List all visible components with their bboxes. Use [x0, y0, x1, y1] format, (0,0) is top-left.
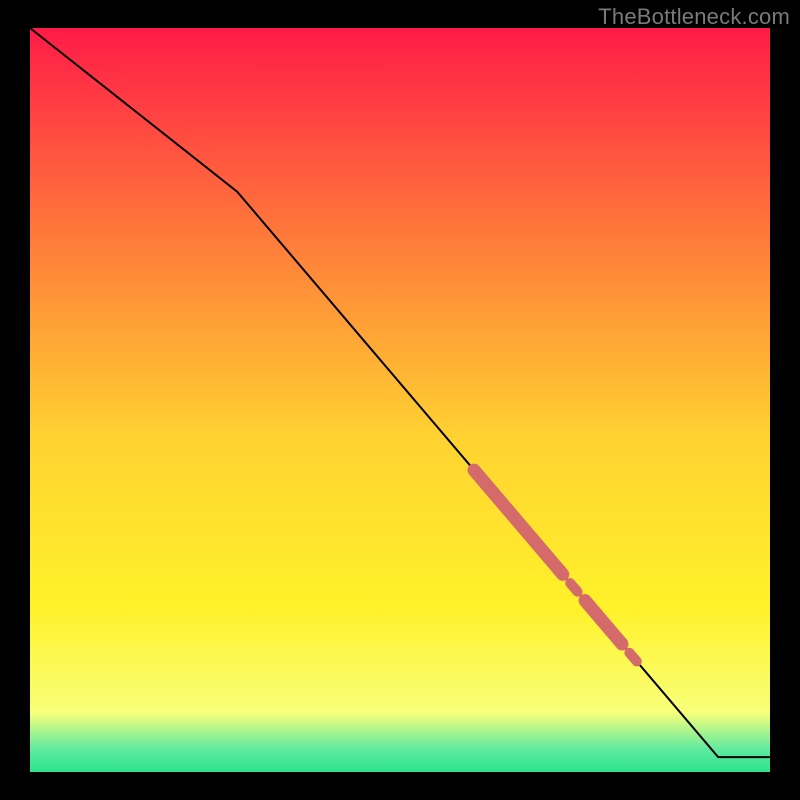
- plot-area: [30, 28, 770, 772]
- highlight-segment-1: [570, 583, 577, 592]
- chart-stage: TheBottleneck.com: [0, 0, 800, 800]
- highlight-segment-3: [629, 653, 636, 662]
- watermark-text: TheBottleneck.com: [598, 4, 790, 30]
- chart-svg: [0, 0, 800, 800]
